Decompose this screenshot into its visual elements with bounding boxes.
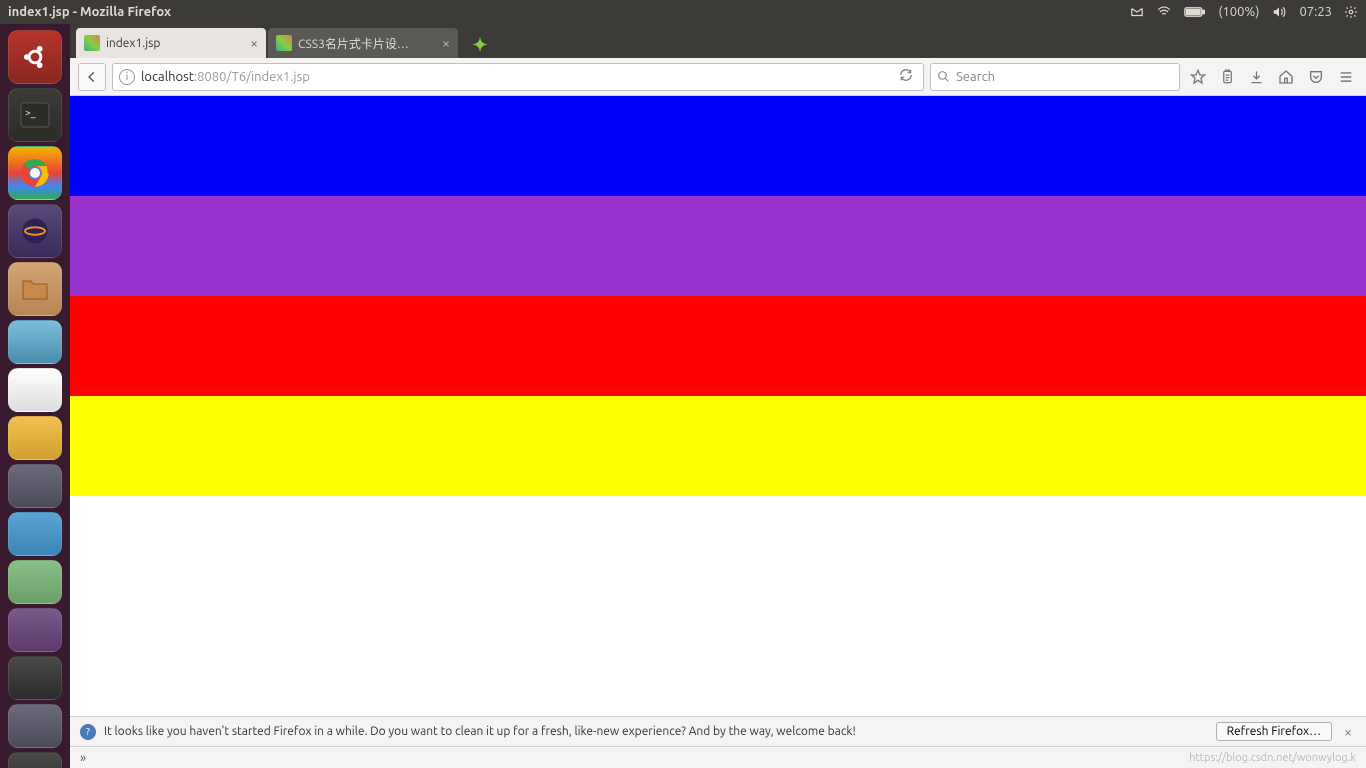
notification-bar: ? It looks like you haven't started Fire… bbox=[70, 716, 1366, 746]
tab-label: CSS3名片式卡片设… bbox=[298, 35, 409, 52]
launcher-eclipse[interactable] bbox=[8, 204, 62, 258]
favicon-icon bbox=[84, 35, 100, 51]
launcher-app-9[interactable] bbox=[8, 464, 62, 508]
search-icon bbox=[937, 70, 950, 83]
back-button[interactable] bbox=[78, 63, 106, 91]
launcher-app-10[interactable] bbox=[8, 512, 62, 556]
svg-text:>_: >_ bbox=[25, 107, 36, 118]
settings-gear-icon[interactable] bbox=[1344, 5, 1358, 19]
tab-label: index1.jsp bbox=[106, 37, 160, 50]
watermark-text: https://blog.csdn.net/wonwylog.k bbox=[1189, 752, 1356, 764]
firefox-window: index1.jsp × CSS3名片式卡片设… × ✦ i localhost… bbox=[70, 24, 1366, 768]
launcher-app-7[interactable] bbox=[8, 368, 62, 412]
system-tray: (100%) 07:23 bbox=[1130, 5, 1358, 19]
stripe-yellow bbox=[70, 396, 1366, 496]
volume-icon[interactable] bbox=[1271, 5, 1287, 19]
battery-percent: (100%) bbox=[1218, 5, 1259, 19]
downloads-icon[interactable] bbox=[1245, 69, 1268, 85]
stripe-red bbox=[70, 296, 1366, 396]
stripe-purple bbox=[70, 196, 1366, 296]
pocket-icon[interactable] bbox=[1304, 69, 1328, 85]
search-placeholder: Search bbox=[956, 70, 995, 84]
page-content bbox=[70, 96, 1366, 716]
url-path: :8080/T6/index1.jsp bbox=[194, 70, 310, 84]
notification-close-icon[interactable]: × bbox=[1340, 724, 1356, 740]
favicon-icon bbox=[276, 35, 292, 51]
launcher-dash[interactable] bbox=[8, 30, 62, 84]
system-menubar: index1.jsp - Mozilla Firefox (100%) 07:2… bbox=[0, 0, 1366, 24]
bookmark-star-icon[interactable] bbox=[1186, 69, 1210, 85]
launcher-app-8[interactable] bbox=[8, 416, 62, 460]
window-title: index1.jsp - Mozilla Firefox bbox=[8, 5, 171, 19]
launcher-app-13[interactable] bbox=[8, 656, 62, 700]
launcher-terminal[interactable]: >_ bbox=[8, 88, 62, 142]
launcher-app-6[interactable] bbox=[8, 320, 62, 364]
tab-strip: index1.jsp × CSS3名片式卡片设… × ✦ bbox=[70, 24, 1366, 58]
new-tab-button[interactable]: ✦ bbox=[466, 32, 494, 58]
browser-toolbar: i localhost:8080/T6/index1.jsp Search bbox=[70, 58, 1366, 96]
hamburger-menu-icon[interactable] bbox=[1334, 70, 1358, 84]
tab-close-icon[interactable]: × bbox=[442, 35, 450, 51]
url-bar[interactable]: i localhost:8080/T6/index1.jsp bbox=[112, 63, 924, 91]
reload-icon[interactable] bbox=[895, 68, 917, 85]
bottom-bar: » https://blog.csdn.net/wonwylog.k bbox=[70, 746, 1366, 768]
info-icon: ? bbox=[80, 724, 96, 740]
tab-active[interactable]: index1.jsp × bbox=[76, 28, 266, 58]
clipboard-icon[interactable] bbox=[1216, 69, 1239, 85]
launcher-app-14[interactable] bbox=[8, 704, 62, 748]
messaging-icon[interactable] bbox=[1130, 5, 1144, 19]
overflow-chevron-icon[interactable]: » bbox=[80, 751, 86, 765]
stripe-blue bbox=[70, 96, 1366, 196]
launcher-files[interactable] bbox=[8, 262, 62, 316]
clock: 07:23 bbox=[1299, 5, 1332, 19]
launcher-app-12[interactable] bbox=[8, 608, 62, 652]
battery-icon[interactable] bbox=[1184, 6, 1206, 18]
notification-text: It looks like you haven't started Firefo… bbox=[104, 725, 856, 738]
home-icon[interactable] bbox=[1274, 69, 1298, 85]
tab-inactive[interactable]: CSS3名片式卡片设… × bbox=[268, 28, 458, 58]
launcher-app-15[interactable] bbox=[8, 752, 62, 768]
site-info-icon[interactable]: i bbox=[119, 69, 135, 85]
search-bar[interactable]: Search bbox=[930, 63, 1180, 91]
url-host: localhost bbox=[141, 70, 194, 84]
launcher-chrome[interactable] bbox=[8, 146, 62, 200]
refresh-firefox-button[interactable]: Refresh Firefox… bbox=[1216, 722, 1333, 741]
launcher-app-11[interactable] bbox=[8, 560, 62, 604]
tab-close-icon[interactable]: × bbox=[250, 35, 258, 51]
wifi-icon[interactable] bbox=[1156, 5, 1172, 19]
unity-launcher: >_ bbox=[0, 24, 70, 768]
